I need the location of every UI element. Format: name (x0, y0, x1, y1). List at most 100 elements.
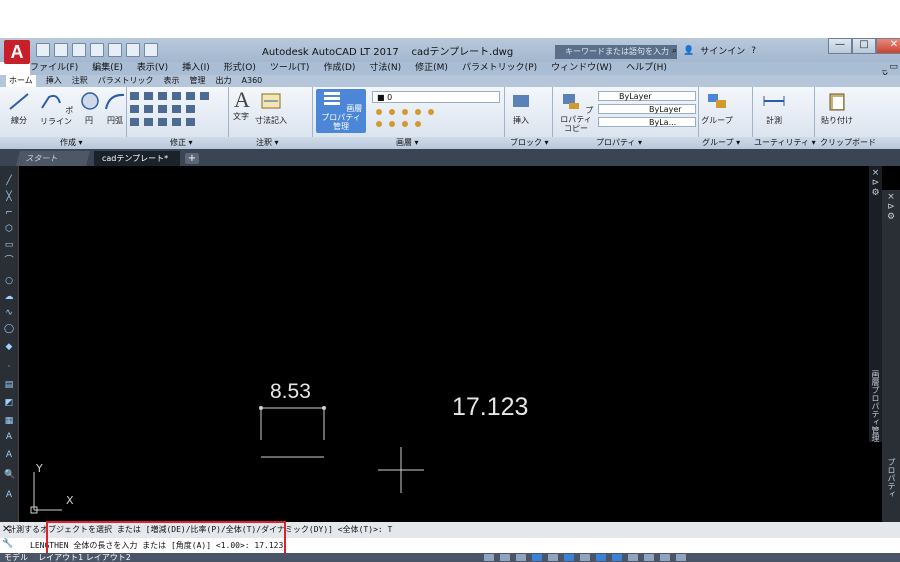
properties-pin-icon[interactable]: ⊳ (882, 202, 900, 212)
arc-button[interactable]: 円弧 (103, 91, 127, 126)
menu-view[interactable]: 表示(V) (137, 62, 168, 75)
drawing-canvas[interactable]: 8.53 17.123 Y X (0, 166, 900, 522)
linetype-dropdown[interactable]: ByLayer (598, 104, 696, 114)
tool-xline-icon[interactable]: ╳ (4, 192, 14, 202)
tool-hatch-icon[interactable]: ▤ (4, 380, 14, 390)
osnap-icon[interactable] (548, 554, 558, 561)
binoculars-icon[interactable]: ⌕ (672, 46, 677, 56)
group-properties[interactable]: プロパティ ▾ (596, 137, 642, 149)
lineweight-dropdown[interactable]: ByLa... (598, 117, 696, 127)
circle-button[interactable]: 円 (78, 91, 100, 126)
group-modify[interactable]: 修正 ▾ (170, 137, 193, 149)
line-button[interactable]: 線分 (6, 91, 32, 126)
save-as-icon[interactable] (90, 43, 104, 57)
layer-dropdown[interactable]: ■ 0 (372, 91, 500, 103)
user-icon[interactable]: 👤 (683, 46, 694, 56)
palette-pin-icon[interactable]: ⊳ (869, 178, 882, 188)
group-draw[interactable]: 作成 ▾ (60, 137, 83, 149)
group-annotation[interactable]: 注釈 ▾ (256, 137, 279, 149)
tool-circle-icon[interactable]: ○ (4, 276, 14, 286)
annotation-icon[interactable] (596, 554, 606, 561)
app-logo-button[interactable]: A (4, 40, 30, 64)
redo-icon[interactable] (144, 43, 158, 57)
layout-tab[interactable]: レイアウト1 レイアウト2 (38, 553, 131, 562)
lineweight-icon[interactable] (580, 554, 590, 561)
polar-icon[interactable] (532, 554, 542, 561)
menu-insert[interactable]: 挿入(I) (182, 62, 210, 75)
model-tab[interactable]: モデル (4, 553, 28, 562)
tool-ellipse-icon[interactable]: ◯ (4, 324, 14, 334)
new-tab-button[interactable]: + (185, 153, 199, 164)
snap-icon[interactable] (500, 554, 510, 561)
tool-revcloud-icon[interactable]: ☁ (4, 292, 14, 302)
group-button[interactable]: グループ (700, 91, 734, 126)
group-clipboard[interactable]: クリップボード (820, 137, 876, 149)
menu-window[interactable]: ウィンドウ(W) (551, 62, 612, 75)
tab-insert[interactable]: 挿入 (46, 75, 62, 87)
paste-button[interactable]: 貼り付け (820, 91, 854, 126)
tool-annotate-icon[interactable]: A (4, 490, 14, 500)
menu-file[interactable]: ファイル(F) (30, 62, 78, 75)
palette-close-icon[interactable]: × (869, 168, 882, 178)
close-button[interactable]: ✕ (876, 38, 900, 54)
grid-icon[interactable] (484, 554, 494, 561)
tool-polyline-icon[interactable]: ⌐ (4, 208, 14, 218)
measure-button[interactable]: 計測 (760, 91, 788, 126)
menu-dimension[interactable]: 寸法(N) (369, 62, 401, 75)
tool-arc-icon[interactable]: ⌒ (4, 256, 14, 266)
layout-tabs[interactable]: モデル レイアウト1 レイアウト2 (4, 553, 131, 562)
group-layers[interactable]: 画層 ▾ (396, 137, 419, 149)
isolate-icon[interactable] (644, 554, 654, 561)
tool-insert-icon[interactable]: ◆ (4, 342, 14, 352)
scale-icon[interactable] (628, 554, 638, 561)
menu-format[interactable]: 形式(O) (224, 62, 256, 75)
help-icon[interactable]: ? (751, 46, 756, 56)
tool-spline-icon[interactable]: ∿ (4, 308, 14, 318)
search-input[interactable]: キーワードまたは語句を入力 (555, 45, 677, 59)
menu-tools[interactable]: ツール(T) (270, 62, 310, 75)
fullscreen-icon[interactable] (660, 554, 670, 561)
tab-parametric[interactable]: パラメトリック (98, 75, 154, 87)
group-groups[interactable]: グループ ▾ (702, 137, 740, 149)
tab-view[interactable]: 表示 (164, 75, 180, 87)
tool-polygon-icon[interactable]: ⬡ (4, 224, 14, 234)
tool-mtext-icon[interactable]: A (4, 450, 14, 460)
tool-text-icon[interactable]: A (4, 432, 14, 442)
tab-a360[interactable]: A360 (242, 75, 263, 87)
layer-properties-button[interactable]: 画層プロパティ 管理 (316, 89, 366, 133)
group-utilities[interactable]: ユーティリティ ▾ (754, 137, 816, 149)
tool-point-icon[interactable]: · (4, 362, 14, 372)
match-properties-button[interactable]: プロパティ コピー (556, 91, 596, 133)
tab-start[interactable]: スタート (15, 151, 91, 166)
customize-icon[interactable] (676, 554, 686, 561)
tool-zoom-icon[interactable]: 🔍 (4, 470, 15, 480)
minimize-button[interactable]: — (828, 38, 852, 54)
menu-draw[interactable]: 作成(D) (323, 62, 355, 75)
menu-edit[interactable]: 編集(E) (92, 62, 123, 75)
menu-modify[interactable]: 修正(M) (415, 62, 448, 75)
dimension-button[interactable]: 寸法記入 (254, 91, 288, 126)
undo-icon[interactable] (126, 43, 140, 57)
text-button[interactable]: A 文字 (230, 89, 252, 122)
workspace-icon[interactable] (612, 554, 622, 561)
save-icon[interactable] (72, 43, 86, 57)
command-close-icon[interactable]: ✕ (2, 524, 10, 535)
new-icon[interactable] (36, 43, 50, 57)
command-customize-icon[interactable]: 🔧 (2, 539, 13, 549)
color-dropdown[interactable]: ByLayer (598, 91, 696, 101)
tool-line-icon[interactable]: ╱ (4, 176, 14, 186)
maximize-button[interactable]: □ (852, 38, 876, 54)
palette-gear-icon[interactable]: ⚙ (869, 188, 882, 198)
menu-help[interactable]: ヘルプ(H) (626, 62, 667, 75)
tab-manage[interactable]: 管理 (190, 75, 206, 87)
tab-home[interactable]: ホーム (6, 75, 36, 87)
tab-annotate[interactable]: 注釈 (72, 75, 88, 87)
open-icon[interactable] (54, 43, 68, 57)
group-block[interactable]: ブロック ▾ (510, 137, 549, 149)
properties-close-icon[interactable]: × (882, 192, 900, 202)
tab-document[interactable]: cadテンプレート* (94, 151, 180, 166)
signin-area[interactable]: ⌕ 👤 サインイン ? (672, 44, 756, 58)
properties-gear-icon[interactable]: ⚙ (882, 212, 900, 222)
tool-table-icon[interactable]: ▦ (4, 416, 14, 426)
ortho-icon[interactable] (516, 554, 526, 561)
